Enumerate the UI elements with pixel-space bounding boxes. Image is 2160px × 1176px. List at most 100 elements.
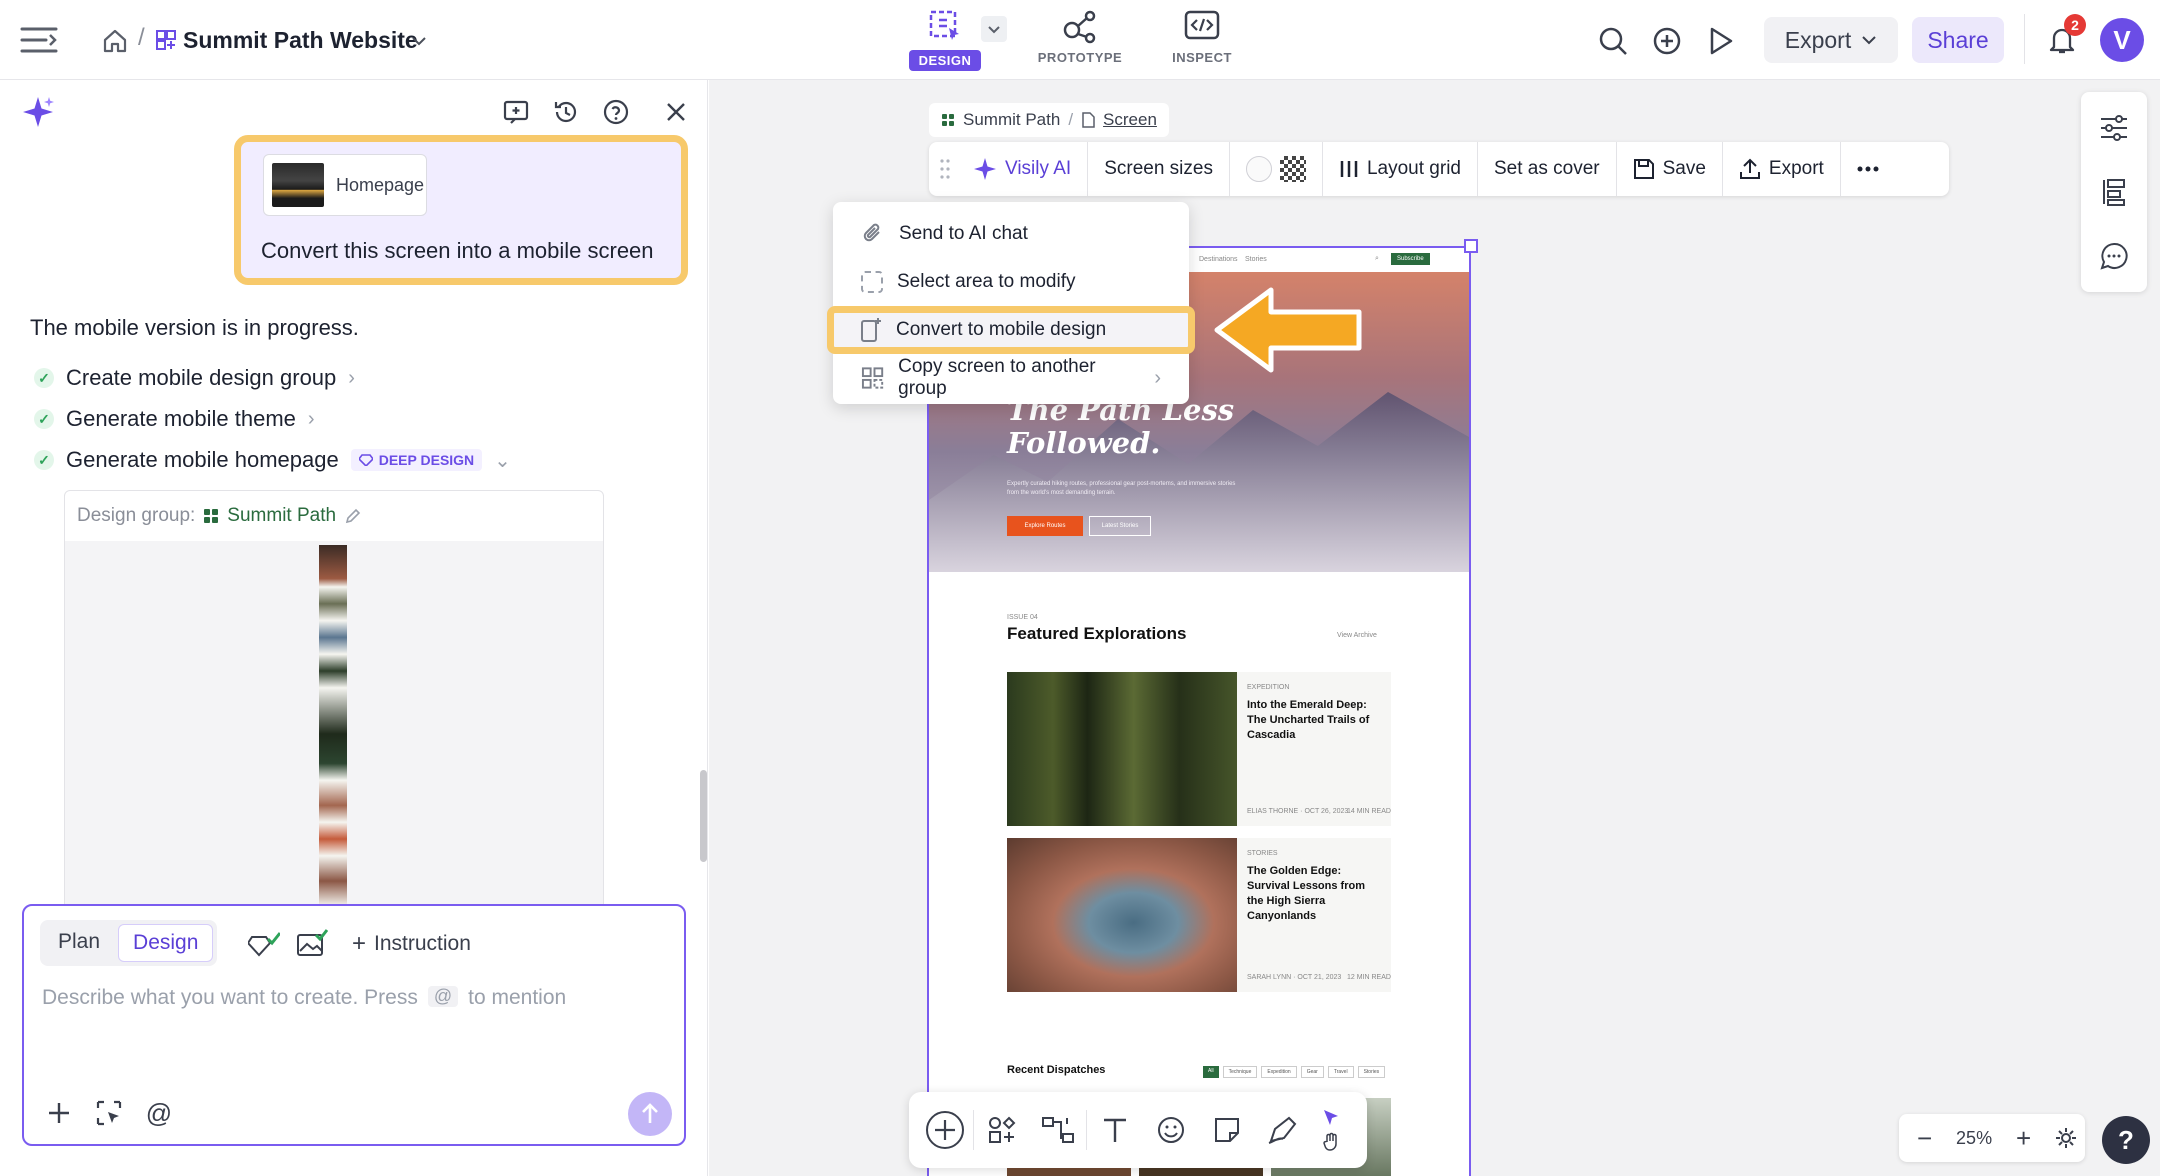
design-group-name[interactable]: Summit Path <box>227 505 336 527</box>
export-screen-button[interactable]: Export <box>1723 142 1841 196</box>
sticky-note-icon[interactable] <box>1199 1102 1255 1158</box>
menu-item-convert-to-mobile[interactable]: Convert to mobile design <box>827 306 1195 354</box>
design-dropdown-chevron-icon[interactable] <box>981 16 1007 42</box>
user-avatar[interactable]: V <box>2100 18 2144 62</box>
search-icon[interactable] <box>1596 24 1630 58</box>
feature-card[interactable]: EXPEDITION Into the Emerald Deep: The Un… <box>1007 672 1391 826</box>
add-instruction-button[interactable]: + Instruction <box>352 930 471 958</box>
project-chevron-down-icon[interactable] <box>408 30 430 52</box>
flow-icon[interactable] <box>1030 1102 1086 1158</box>
filter-chip[interactable]: Expedition <box>1261 1066 1297 1078</box>
view-archive-link[interactable]: View Archive <box>1337 632 1377 639</box>
attach-plus-icon[interactable] <box>42 1096 76 1130</box>
zoom-in-button[interactable]: + <box>2006 1123 2041 1154</box>
home-icon[interactable] <box>100 26 130 56</box>
assistant-message: The mobile version is in progress. <box>30 315 359 340</box>
fill-color-button[interactable] <box>1230 142 1323 196</box>
design-group-header: Design group: Summit Path <box>77 505 362 527</box>
filter-chip[interactable]: Technique <box>1222 1066 1258 1078</box>
prompt-input[interactable]: Describe what you want to create. Press … <box>42 986 662 1066</box>
latest-stories-button[interactable]: Latest Stories <box>1089 516 1151 536</box>
layers-icon[interactable] <box>2094 172 2134 212</box>
mode-design-button[interactable]: Design <box>118 924 214 962</box>
step-label: Generate mobile theme <box>66 406 296 431</box>
emoji-icon[interactable] <box>1143 1102 1199 1158</box>
search-icon[interactable]: ⌕ <box>1375 255 1379 263</box>
feature-card[interactable]: STORIES The Golden Edge: Survival Lesson… <box>1007 838 1391 992</box>
card-meta: ELIAS THORNE · OCT 26, 2023 <box>1247 808 1349 815</box>
frame-resize-handle[interactable] <box>1464 239 1478 253</box>
nav-link[interactable]: Destinations <box>1199 256 1238 263</box>
add-icon[interactable] <box>1650 24 1684 58</box>
comments-icon[interactable] <box>2094 236 2134 276</box>
filter-chip[interactable]: Stories <box>1357 1066 1386 1078</box>
text-tool-icon[interactable] <box>1087 1102 1143 1158</box>
set-as-cover-label: Set as cover <box>1493 158 1600 179</box>
screen-thumbnail <box>272 163 324 207</box>
breadcrumb-screen[interactable]: Screen <box>1103 110 1157 130</box>
select-pointer-icon[interactable] <box>1321 1108 1341 1128</box>
select-area-icon[interactable] <box>92 1096 126 1130</box>
design-canvas[interactable]: Summit Path / Screen Visily AI Screen si… <box>709 80 2160 1176</box>
explore-routes-button[interactable]: Explore Routes <box>1007 516 1083 536</box>
design-system-icon[interactable] <box>246 926 282 962</box>
history-icon[interactable] <box>550 96 582 128</box>
step-generate-homepage[interactable]: ✓ Generate mobile homepage DEEP DESIGN ⌄ <box>34 447 511 473</box>
card-title: The Golden Edge: Survival Lessons from t… <box>1247 865 1365 922</box>
subscribe-button[interactable]: Subscribe <box>1391 253 1430 265</box>
components-icon[interactable] <box>974 1102 1030 1158</box>
step-generate-theme[interactable]: ✓ Generate mobile theme › <box>34 406 315 432</box>
insert-plus-icon[interactable] <box>917 1102 973 1158</box>
filter-chip[interactable]: All <box>1203 1066 1219 1078</box>
share-button-label: Share <box>1927 26 1989 53</box>
screen-context-menu: Send to AI chat Select area to modify Co… <box>827 202 1195 404</box>
step-create-group[interactable]: ✓ Create mobile design group › <box>34 365 355 391</box>
export-button[interactable]: Export <box>1764 17 1898 63</box>
zoom-settings-gear-icon[interactable] <box>2055 1127 2077 1149</box>
zoom-out-button[interactable]: − <box>1907 1123 1942 1154</box>
settings-sliders-icon[interactable] <box>2094 108 2134 148</box>
filter-chip[interactable]: Travel <box>1327 1066 1354 1078</box>
tab-prototype[interactable]: PROTOTYPE <box>1030 8 1130 74</box>
help-icon[interactable] <box>600 96 632 128</box>
mention-icon[interactable]: @ <box>142 1096 176 1130</box>
tab-inspect[interactable]: INSPECT <box>1160 8 1244 74</box>
play-icon[interactable] <box>1704 24 1738 58</box>
filter-chip[interactable]: Gear <box>1300 1066 1324 1078</box>
share-button[interactable]: Share <box>1912 17 2004 63</box>
mode-plan-button[interactable]: Plan <box>44 924 114 962</box>
help-question-button[interactable]: ? <box>2102 1116 2150 1164</box>
more-options-icon[interactable] <box>1841 142 1895 196</box>
layout-grid-button[interactable]: Layout grid <box>1323 142 1478 196</box>
drag-handle-icon[interactable] <box>929 142 957 196</box>
image-reference-icon[interactable] <box>294 926 330 962</box>
bottom-toolbar <box>909 1092 1367 1168</box>
set-as-cover-button[interactable]: Set as cover <box>1478 142 1617 196</box>
send-arrow-icon <box>642 1103 658 1123</box>
send-button[interactable] <box>628 1092 672 1136</box>
menu-item-select-area[interactable]: Select area to modify <box>833 258 1189 306</box>
edit-pencil-icon[interactable] <box>344 507 362 525</box>
zoom-controls: − 25% + <box>1899 1114 2085 1162</box>
transparency-swatch-icon[interactable] <box>1279 156 1306 182</box>
menu-item-copy-screen[interactable]: Copy screen to another group › <box>833 354 1189 402</box>
screen-sizes-button[interactable]: Screen sizes <box>1088 142 1230 196</box>
nav-link[interactable]: Stories <box>1245 256 1267 263</box>
new-chat-icon[interactable] <box>500 96 532 128</box>
breadcrumb-group[interactable]: Summit Path <box>963 110 1060 130</box>
hand-pan-icon[interactable] <box>1321 1132 1341 1152</box>
user-message-text: Convert this screen into a mobile screen <box>261 238 654 263</box>
save-button[interactable]: Save <box>1617 142 1723 196</box>
project-title[interactable]: Summit Path Website <box>183 27 418 54</box>
ai-sparkle-icon <box>20 94 56 130</box>
close-icon[interactable] <box>660 96 692 128</box>
screen-attachment[interactable]: Homepage <box>263 154 427 216</box>
tab-design[interactable]: DESIGN <box>905 8 985 74</box>
zoom-level[interactable]: 25% <box>1956 1128 1992 1149</box>
pen-tool-icon[interactable] <box>1255 1102 1311 1158</box>
menu-item-send-to-ai[interactable]: Send to AI chat <box>833 210 1189 258</box>
chat-scrollbar[interactable] <box>700 770 707 862</box>
main-menu-icon[interactable] <box>18 20 60 60</box>
filter-chips: All Technique Expedition Gear Travel Sto… <box>1203 1066 1386 1078</box>
visily-ai-button[interactable]: Visily AI <box>957 142 1089 196</box>
